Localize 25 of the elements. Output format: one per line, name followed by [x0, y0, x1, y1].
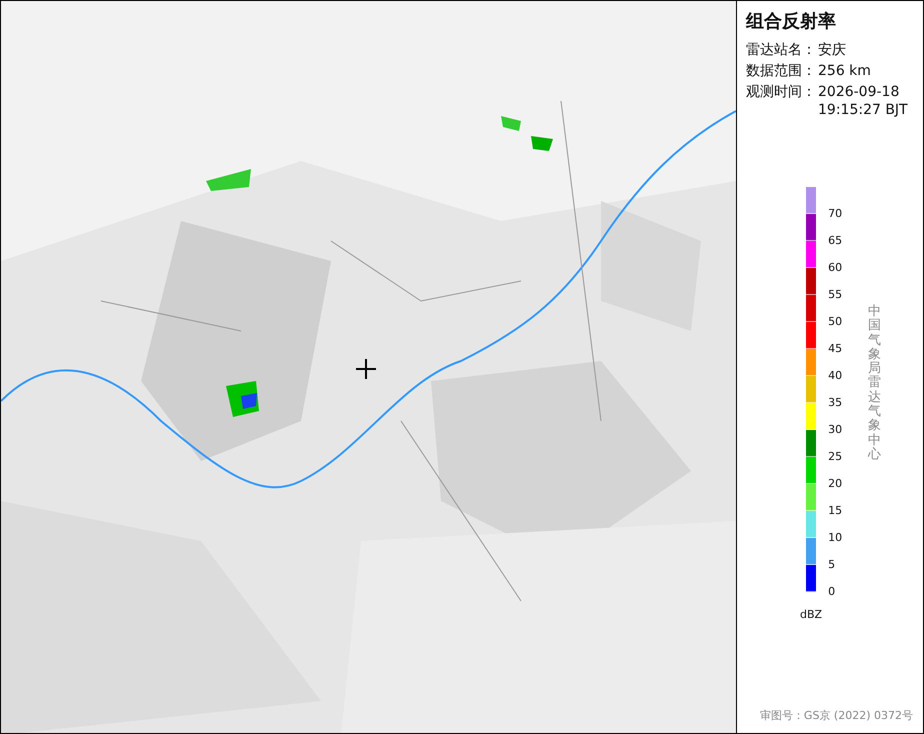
scale-label: 70 [828, 207, 842, 221]
scale-label: 10 [828, 531, 842, 545]
scale-label: 5 [828, 558, 836, 572]
scale-label: 65 [828, 234, 842, 248]
info-label: 观测时间： [746, 83, 816, 102]
info-label: 数据范围： [746, 62, 816, 80]
scale-label: 40 [828, 369, 842, 383]
credit-text: 中国气象局雷达气象中心 [868, 305, 882, 462]
info-value: 256 km [818, 62, 871, 80]
scale-label: 35 [828, 396, 842, 410]
map-approval-number: 审图号：GS京 (2022) 0372号 [760, 708, 913, 723]
panel-title: 组合反射率 [746, 10, 837, 33]
scale-label: 30 [828, 423, 842, 437]
scale-label: 55 [828, 288, 842, 302]
info-value: 2026-09-18 19:15:27 BJT [818, 83, 908, 119]
scale-label: 50 [828, 315, 842, 329]
info-label: 雷达站名： [746, 41, 816, 59]
scale-label: 0 [828, 585, 836, 599]
info-value: 安庆 [818, 41, 846, 59]
scale-label: 15 [828, 504, 842, 518]
scale-label: 25 [828, 450, 842, 464]
scale-label: 20 [828, 477, 842, 491]
scale-label: 60 [828, 261, 842, 275]
unit-label: dBZ [800, 608, 822, 621]
scale-label: 45 [828, 342, 842, 356]
